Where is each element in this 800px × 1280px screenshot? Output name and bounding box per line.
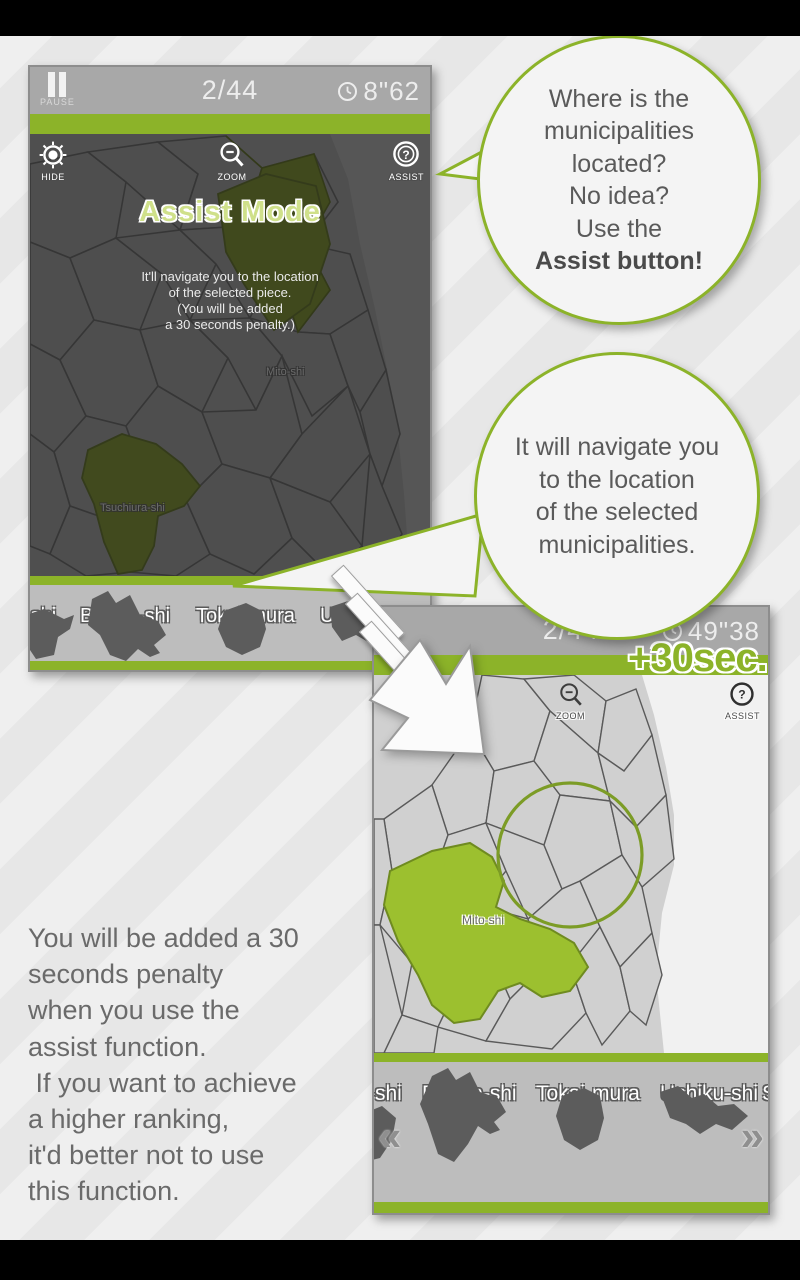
pause-label: PAUSE	[40, 97, 75, 107]
caption-line-6: a higher ranking,	[28, 1103, 230, 1134]
gear-icon	[39, 141, 67, 169]
speech-bubble-assist-question: Where is the municipalities located? No …	[477, 35, 761, 325]
bubble2-line-1: It will navigate you	[514, 433, 720, 461]
speech-bubble-assist-explain: It will navigate you to the location of …	[474, 352, 760, 640]
bubble2-line-2: to the location	[539, 465, 695, 494]
assist-line-2: of the selected piece.	[168, 284, 292, 300]
assist-line-1: It'll navigate you to the location	[141, 269, 319, 284]
caption-line-1: You will be added a 30	[28, 923, 299, 953]
screen1-tray-bottom-accent	[30, 661, 430, 670]
screen1-progress-counter: 2/44	[201, 75, 259, 105]
caption-line-2: seconds penalty	[28, 959, 224, 990]
svg-text:?: ?	[739, 688, 746, 702]
screen2-piece-tray[interactable]: -shi Bando-shi Tokai-mura Ushiku-shi S «…	[374, 1062, 768, 1202]
zoom-button[interactable]: ZOOM	[217, 140, 247, 182]
pause-icon	[48, 72, 67, 97]
caption-line-5: If you want to achieve	[28, 1067, 297, 1098]
screen1-timer: 8"62	[338, 76, 420, 107]
bubble2-line-4: municipalities.	[538, 530, 696, 559]
question-circle-icon: ?	[730, 682, 755, 706]
bubble1-line-1: Where is the	[548, 84, 690, 113]
assist-line-4: a 30 seconds penalty.)	[165, 316, 295, 332]
caption-line-3: when you use the	[28, 995, 240, 1026]
bubble1-line-2: municipalities	[543, 117, 695, 145]
letterbox-bottom	[0, 1240, 800, 1280]
bubble1-line-3: located?	[571, 149, 667, 178]
screen2-map-area[interactable]: Mito-shi ZOOM ? ASSIST	[374, 675, 768, 1053]
hide-button[interactable]: HIDE	[38, 140, 68, 182]
zoom-button[interactable]: ZOOM	[556, 681, 585, 721]
assist-line-3: (You will be added	[177, 300, 283, 316]
caption-line-8: this function.	[28, 1176, 180, 1207]
caption-line-7: it'd better not to use	[28, 1140, 265, 1171]
instruction-caption: You will be added a 30 seconds penalty w…	[28, 920, 378, 1209]
letterbox-top	[0, 0, 800, 36]
assist-mode-description: It'll navigate you to the location of th…	[30, 269, 430, 332]
screenshot-stage: PAUSE 2/44 8"62 Assist Mode It'll naviga…	[0, 0, 800, 1280]
pause-button[interactable]: PAUSE	[40, 72, 75, 107]
game-screen-assist-result: 2/44 49"38	[372, 605, 770, 1215]
caption-line-4: assist function.	[28, 1031, 207, 1062]
penalty-banner: +30sec.	[628, 636, 768, 680]
assist-button[interactable]: ? ASSIST	[725, 681, 760, 721]
question-circle-icon: ?	[393, 141, 420, 167]
tray-next-button[interactable]: »	[741, 1112, 764, 1160]
map-label-mito-shi: Mito-shi	[462, 913, 505, 927]
assist-mode-title: Assist Mode	[139, 196, 321, 228]
zoom-label: ZOOM	[217, 172, 247, 182]
hide-label: HIDE	[41, 172, 65, 182]
screen1-topbar: PAUSE 2/44 8"62	[30, 67, 430, 114]
bubble1-line-4: No idea?	[568, 182, 670, 210]
screen2-tray-shapes	[374, 1068, 748, 1162]
bubble-2-tail	[232, 511, 485, 598]
assist-label: ASSIST	[724, 711, 760, 721]
svg-text:?: ?	[403, 148, 410, 162]
assist-button[interactable]: ? ASSIST	[389, 140, 424, 182]
screen2-tray-bottom-accent	[374, 1202, 768, 1213]
bubble2-line-3: of the selected	[535, 498, 699, 526]
tray-prev-button[interactable]: «	[378, 1112, 401, 1160]
bubble1-line-5: Use the	[575, 214, 663, 243]
clock-icon	[338, 82, 358, 101]
screen2-map-svg	[374, 675, 768, 1053]
magnifier-minus-icon	[559, 683, 582, 706]
screen1-accent-bar	[30, 114, 430, 134]
screen2-tray-top-accent	[374, 1053, 768, 1062]
assist-label: ASSIST	[388, 172, 424, 182]
magnifier-minus-icon	[220, 142, 244, 167]
zoom-label: ZOOM	[556, 711, 585, 721]
bubble1-line-6: Assist button!	[534, 247, 704, 275]
screen1-timer-value: 8"62	[363, 76, 420, 106]
